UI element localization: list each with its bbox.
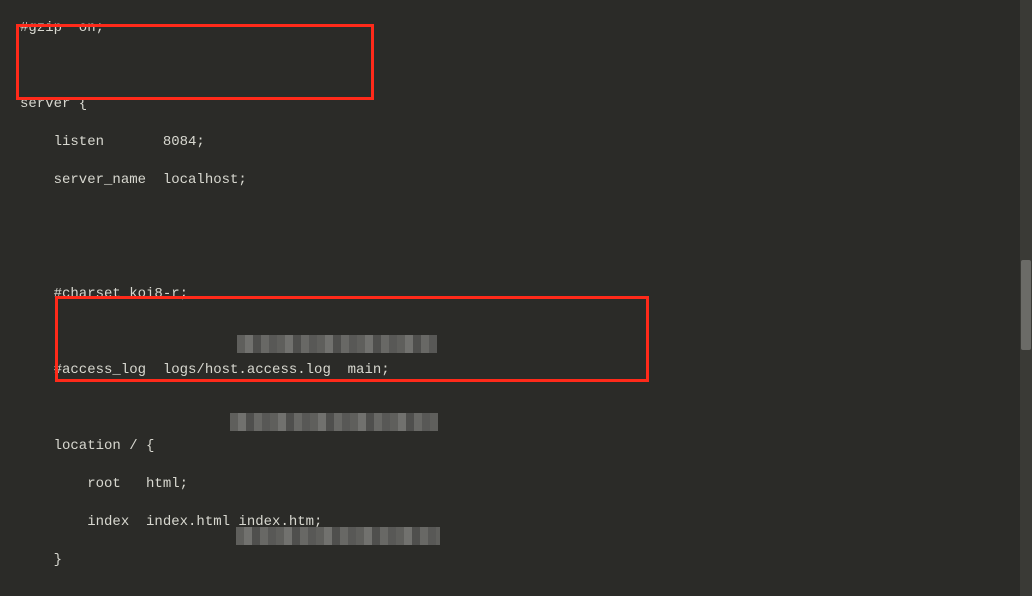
code-line: #access_log logs/host.access.log main;	[20, 361, 1032, 380]
code-line: server {	[20, 95, 1032, 114]
code-line: index index.html index.htm;	[20, 513, 1032, 532]
code-line	[20, 399, 1032, 418]
code-line	[20, 323, 1032, 342]
code-line: listen 8084;	[20, 133, 1032, 152]
code-line: #gzip on;	[20, 19, 1032, 38]
code-line	[20, 57, 1032, 76]
code-line: }	[20, 551, 1032, 570]
redacted-overlay	[236, 527, 440, 545]
redacted-overlay	[237, 335, 437, 353]
code-line	[20, 209, 1032, 228]
vertical-scrollbar-track[interactable]	[1020, 0, 1032, 596]
code-line: location / {	[20, 437, 1032, 456]
vertical-scrollbar-thumb[interactable]	[1021, 260, 1031, 350]
code-line: root html;	[20, 475, 1032, 494]
code-line: server_name localhost;	[20, 171, 1032, 190]
redacted-overlay	[230, 413, 438, 431]
code-editor-content[interactable]: #gzip on; server { listen 8084; server_n…	[0, 0, 1032, 596]
code-line	[20, 247, 1032, 266]
code-line	[20, 589, 1032, 596]
code-line: #charset koi8-r;	[20, 285, 1032, 304]
